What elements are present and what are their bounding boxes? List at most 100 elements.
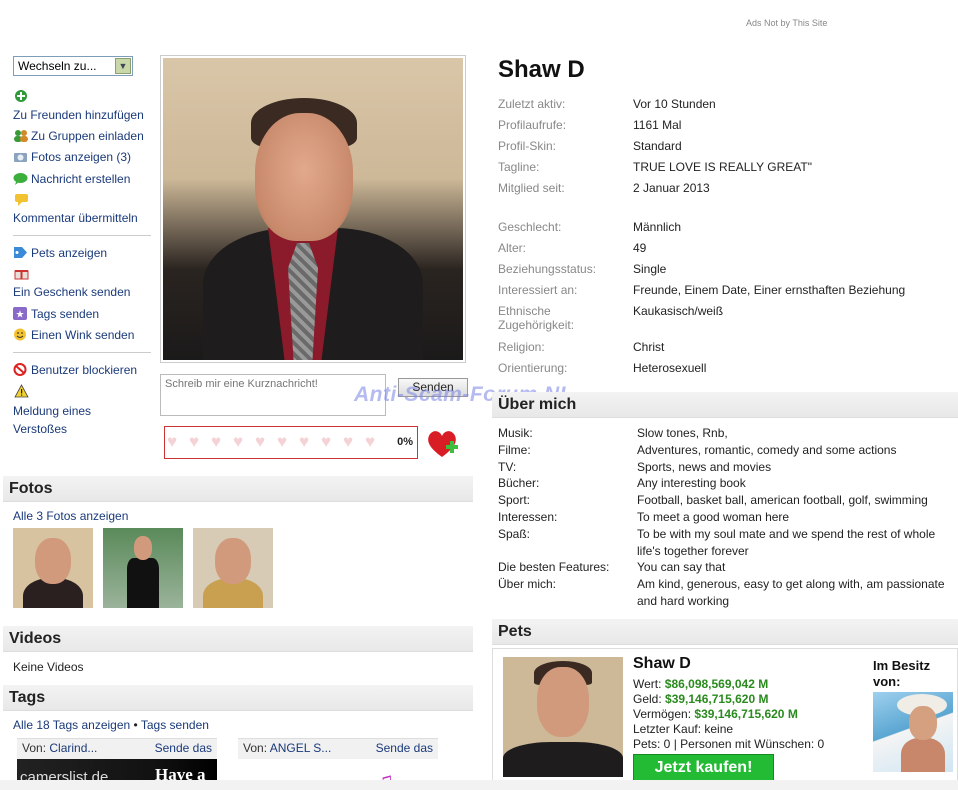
show-pets-link[interactable]: Pets anzeigen bbox=[13, 246, 107, 261]
personal-label: Ethnische Zugehörigkeit: bbox=[498, 304, 575, 332]
videos-section-title: Videos bbox=[9, 630, 62, 647]
tag-sender-link[interactable]: Clarind... bbox=[49, 741, 97, 755]
show-photos-label: Fotos anzeigen (3) bbox=[31, 150, 132, 164]
send-tags-label: Tags senden bbox=[31, 307, 100, 321]
create-message-link[interactable]: Nachricht erstellen bbox=[13, 172, 130, 187]
send-gift-link[interactable]: Ein Geschenk senden bbox=[13, 285, 130, 300]
profile-photo[interactable] bbox=[160, 55, 466, 363]
detail-value: 2 Januar 2013 bbox=[633, 181, 710, 195]
about-value: To meet a good woman here bbox=[637, 510, 790, 524]
rating-hearts[interactable]: ♥ ♥ ♥ ♥ ♥ ♥ ♥ ♥ ♥ ♥ 0% bbox=[164, 426, 418, 459]
send-tag-link[interactable]: Sende das bbox=[376, 741, 433, 755]
heart-icon[interactable]: ♥ bbox=[365, 433, 383, 451]
sidebar-divider bbox=[13, 352, 151, 353]
about-value: Any interesting book bbox=[637, 476, 746, 490]
about-label: Spaß: bbox=[498, 527, 531, 541]
personal-label: Interessiert an: bbox=[498, 283, 578, 297]
tag-sender-link[interactable]: ANGEL S... bbox=[270, 741, 332, 755]
heart-icon[interactable]: ♥ bbox=[343, 433, 361, 451]
personal-label: Alter: bbox=[498, 241, 527, 255]
detail-value: 1161 Mal bbox=[633, 118, 682, 132]
about-label: Sport: bbox=[498, 493, 531, 507]
photo-thumbnail[interactable] bbox=[193, 528, 273, 608]
heart-icon[interactable]: ♥ bbox=[189, 433, 207, 451]
pets-section-title: Pets bbox=[498, 623, 532, 640]
pets-section-header: Pets bbox=[492, 619, 958, 645]
show-all-tags-link[interactable]: Alle 18 Tags anzeigen bbox=[13, 718, 130, 732]
about-label: Bücher: bbox=[498, 476, 540, 490]
send-wink-link[interactable]: Einen Wink senden bbox=[13, 328, 134, 343]
detail-label: Profil-Skin: bbox=[498, 139, 557, 153]
heart-icon[interactable]: ♥ bbox=[233, 433, 251, 451]
show-all-photos-link[interactable]: Alle 3 Fotos anzeigen bbox=[13, 509, 128, 523]
invite-to-groups-link[interactable]: Zu Gruppen einladen bbox=[13, 129, 144, 144]
personal-value: Christ bbox=[633, 340, 665, 354]
bottom-scroll-area bbox=[0, 780, 958, 790]
group-icon bbox=[13, 129, 28, 142]
about-value: To be with my soul mate and we spend the… bbox=[637, 527, 936, 558]
owner-label: Im Besitz von: bbox=[873, 658, 931, 689]
sidebar-divider bbox=[13, 235, 151, 236]
heart-icon[interactable]: ♥ bbox=[211, 433, 229, 451]
about-label: Über mich: bbox=[498, 577, 557, 591]
tag-from: Von: Clarind... bbox=[22, 741, 98, 755]
detail-value: TRUE LOVE IS REALLY GREAT" bbox=[633, 160, 812, 174]
block-user-link[interactable]: Benutzer blockieren bbox=[13, 363, 137, 378]
photo-thumbnail[interactable] bbox=[13, 528, 93, 608]
detail-label: Profilaufrufe: bbox=[498, 118, 567, 132]
about-label: Interessen: bbox=[498, 510, 558, 524]
heart-icon[interactable]: ♥ bbox=[277, 433, 295, 451]
personal-label: Religion: bbox=[498, 340, 545, 354]
tags-links: Alle 18 Tags anzeigen • Tags senden bbox=[13, 718, 209, 732]
personal-value: Heterosexuell bbox=[633, 361, 707, 375]
ads-note: Ads Not by This Site bbox=[746, 18, 828, 28]
pet-name[interactable]: Shaw D bbox=[633, 655, 691, 673]
send-tag-link[interactable]: Sende das bbox=[155, 741, 212, 755]
switch-to-select[interactable]: Wechseln zu... ▼ bbox=[13, 56, 133, 76]
send-tags-link[interactable]: Tags senden bbox=[141, 718, 209, 732]
add-heart-icon[interactable] bbox=[426, 428, 460, 460]
invite-to-groups-label: Zu Gruppen einladen bbox=[31, 129, 144, 143]
personal-value: Freunde, Einem Date, Einer ernsthaften B… bbox=[633, 283, 906, 297]
about-label: TV: bbox=[498, 460, 517, 474]
about-value: Am kind, generous, easy to get along wit… bbox=[637, 577, 945, 608]
comment-icon bbox=[14, 193, 30, 206]
photos-section-title: Fotos bbox=[9, 480, 53, 497]
heart-icon[interactable]: ♥ bbox=[321, 433, 339, 451]
submit-comment-link[interactable]: Kommentar übermitteln bbox=[13, 211, 138, 226]
detail-label: Mitglied seit: bbox=[498, 181, 565, 195]
star-icon: ★ bbox=[13, 307, 28, 321]
detail-label: Zuletzt aktiv: bbox=[498, 97, 566, 111]
pet-last-purchase: Letzter Kauf: keine bbox=[633, 722, 734, 736]
heart-icon[interactable]: ♥ bbox=[255, 433, 273, 451]
show-photos-link[interactable]: Fotos anzeigen (3) bbox=[13, 150, 131, 165]
heart-icon[interactable]: ♥ bbox=[299, 433, 317, 451]
photos-section-header: Fotos bbox=[3, 476, 473, 502]
owner-photo[interactable] bbox=[873, 692, 953, 772]
personal-label: Geschlecht: bbox=[498, 220, 562, 234]
report-violation-link[interactable]: Meldung eines Verstoßes bbox=[13, 402, 123, 438]
quick-message-input[interactable] bbox=[160, 374, 386, 416]
about-label: Die besten Features: bbox=[498, 560, 610, 574]
photo-thumbnail[interactable] bbox=[103, 528, 183, 608]
chevron-down-icon: ▼ bbox=[115, 58, 131, 74]
rating-percent: 0% bbox=[397, 436, 413, 448]
pet-money: Geld: $39,146,715,620 M bbox=[633, 692, 769, 706]
personal-value: Männlich bbox=[633, 220, 682, 234]
send-tags-link[interactable]: ★ Tags senden bbox=[13, 307, 99, 322]
detail-label: Tagline: bbox=[498, 160, 540, 174]
about-value: Sports, news and movies bbox=[637, 460, 772, 474]
about-label: Filme: bbox=[498, 443, 531, 457]
personal-value: Single bbox=[633, 262, 667, 276]
tags-section-header: Tags bbox=[3, 685, 473, 711]
heart-icon[interactable]: ♥ bbox=[167, 433, 185, 451]
personal-label: Beziehungsstatus: bbox=[498, 262, 597, 276]
videos-section-header: Videos bbox=[3, 626, 473, 652]
about-label: Musik: bbox=[498, 426, 533, 440]
add-to-friends-link[interactable]: Zu Freunden hinzufügen bbox=[13, 108, 144, 123]
pet-photo[interactable] bbox=[503, 657, 623, 777]
buy-now-button[interactable]: Jetzt kaufen! bbox=[633, 754, 774, 782]
warning-icon bbox=[14, 384, 30, 398]
pet-worth: Wert: $86,098,569,042 M bbox=[633, 677, 769, 691]
about-value: You can say that bbox=[637, 560, 726, 574]
